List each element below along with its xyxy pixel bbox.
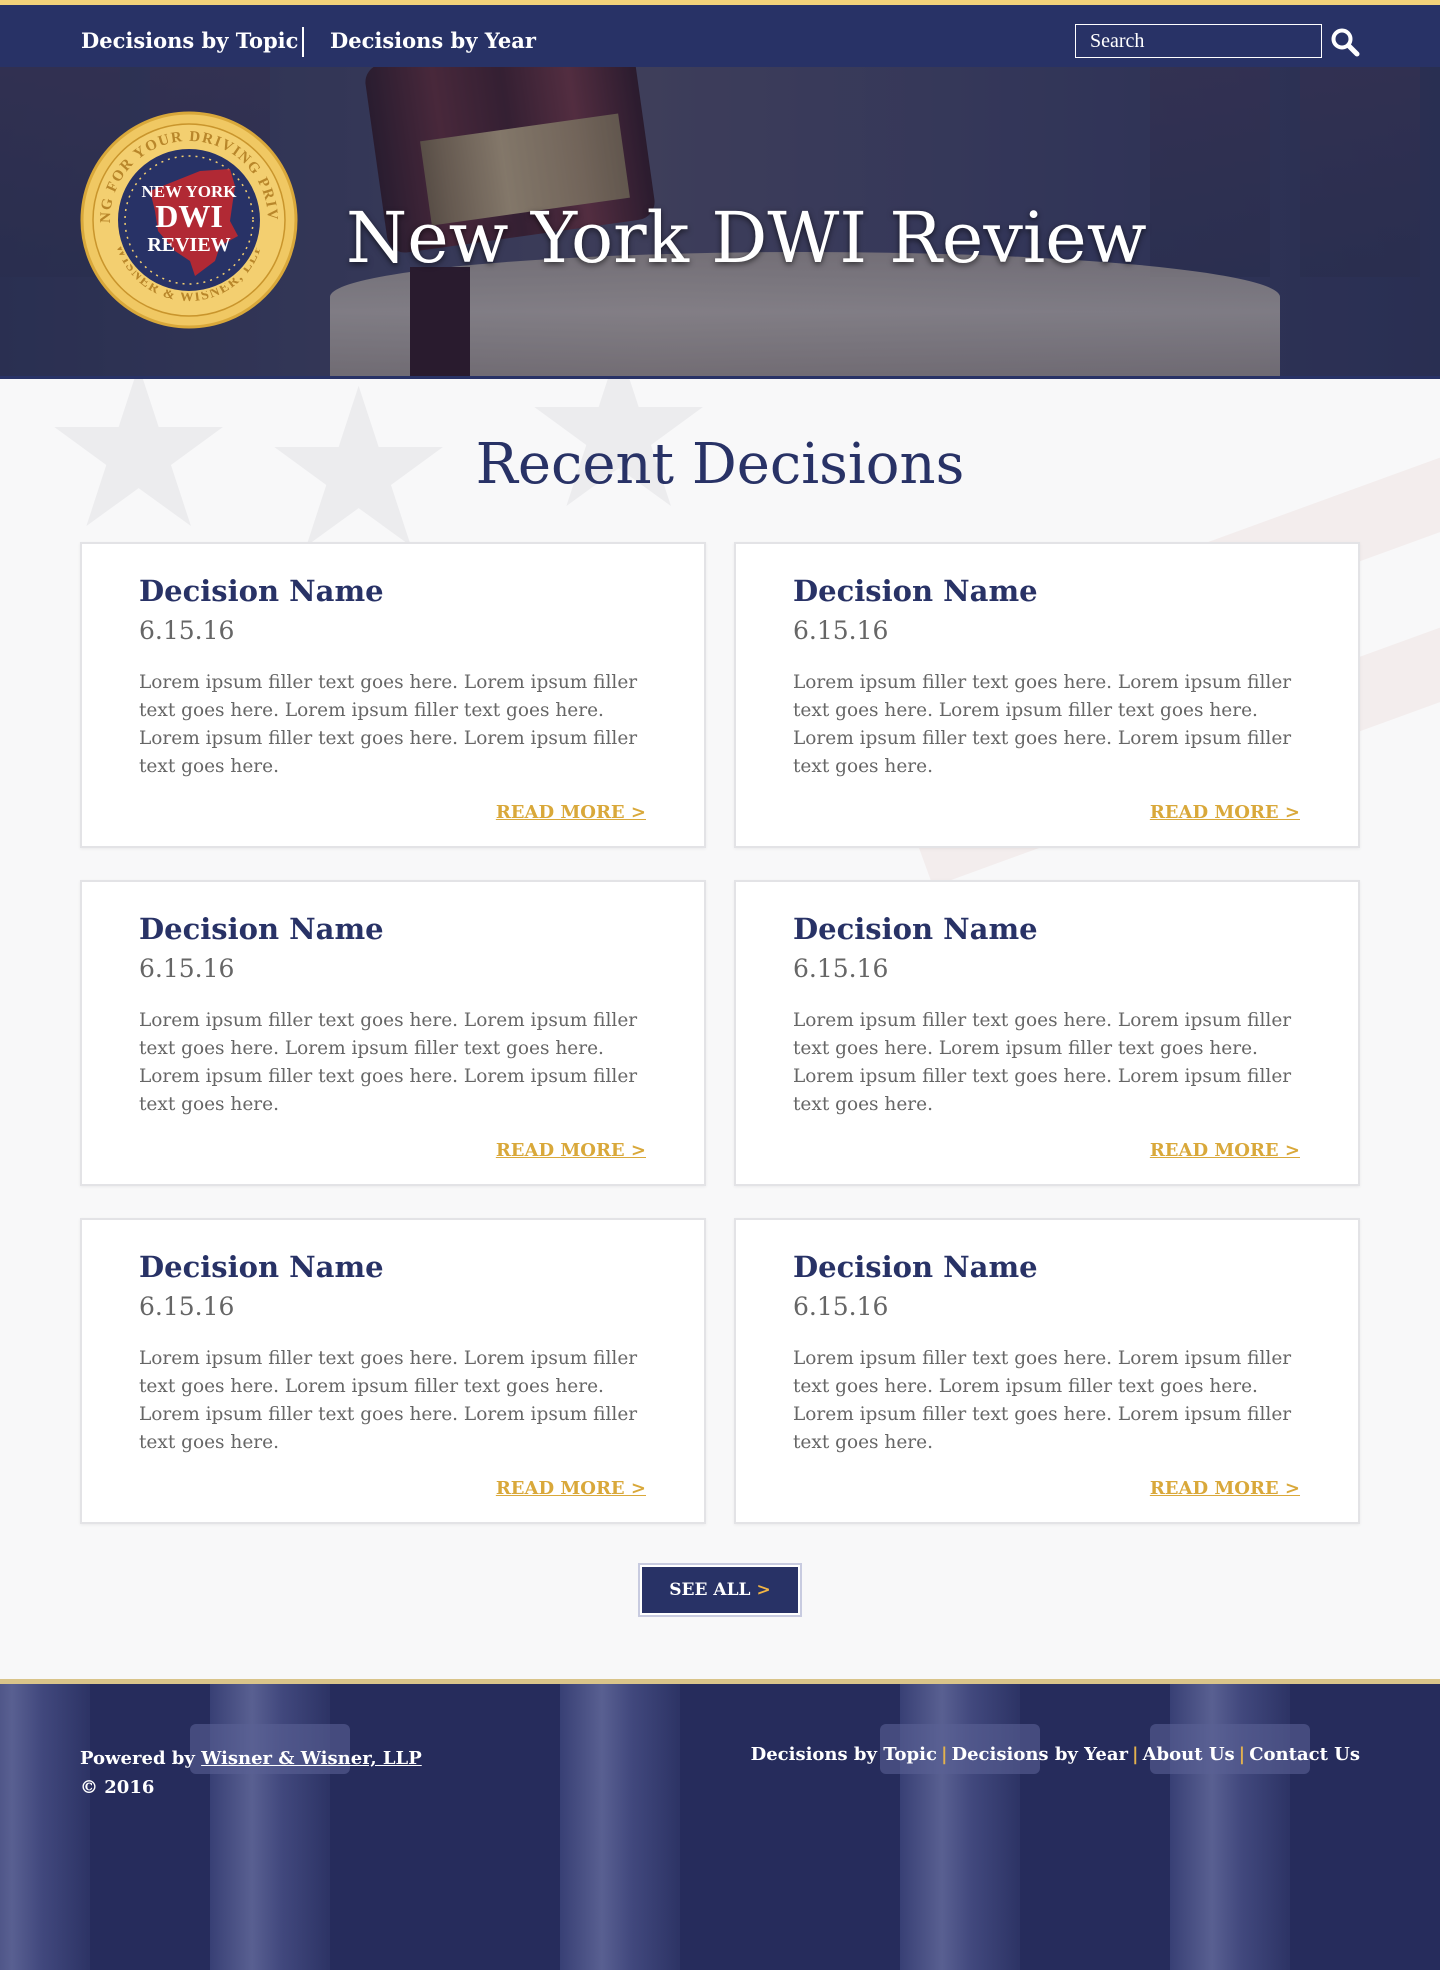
decision-card: Decision Name 6.15.16 Lorem ipsum filler…: [734, 880, 1360, 1186]
read-more-link[interactable]: READ MORE >: [496, 1140, 646, 1161]
decision-card: Decision Name 6.15.16 Lorem ipsum filler…: [80, 542, 706, 848]
decision-name[interactable]: Decision Name: [139, 1250, 384, 1284]
footer-separator: |: [940, 1744, 948, 1765]
read-more-link[interactable]: READ MORE >: [1150, 1140, 1300, 1161]
decision-name[interactable]: Decision Name: [139, 574, 384, 608]
search-input[interactable]: [1075, 24, 1322, 58]
footer-link-decisions-by-topic[interactable]: Decisions by Topic: [751, 1744, 937, 1765]
search-icon[interactable]: [1330, 27, 1360, 57]
decision-name[interactable]: Decision Name: [793, 912, 1038, 946]
read-more-link[interactable]: READ MORE >: [1150, 1478, 1300, 1499]
powered-by-label: Powered by: [80, 1748, 202, 1769]
see-all-button[interactable]: SEE ALL >: [638, 1563, 802, 1617]
read-more-link[interactable]: READ MORE >: [496, 802, 646, 823]
nav-decisions-by-topic[interactable]: Decisions by Topic: [81, 28, 298, 53]
decision-date: 6.15.16: [793, 616, 889, 645]
copyright: © 2016: [80, 1777, 155, 1798]
page-title: New York DWI Review: [346, 197, 1147, 279]
section-title: Recent Decisions: [475, 432, 965, 497]
decision-summary: Lorem ipsum filler text goes here. Lorem…: [793, 1348, 1292, 1453]
footer-separator: |: [1132, 1744, 1139, 1765]
decision-name[interactable]: Decision Name: [793, 574, 1038, 608]
decision-date: 6.15.16: [139, 954, 235, 983]
decision-name[interactable]: Decision Name: [793, 1250, 1038, 1284]
decision-date: 6.15.16: [793, 954, 889, 983]
decision-date: 6.15.16: [139, 1292, 235, 1321]
decision-date: 6.15.16: [793, 1292, 889, 1321]
decision-date: 6.15.16: [139, 616, 235, 645]
read-more-link[interactable]: READ MORE >: [1150, 802, 1300, 823]
top-nav: Decisions by Topic Decisions by Year: [0, 0, 1440, 67]
decision-card: Decision Name 6.15.16 Lorem ipsum filler…: [734, 1218, 1360, 1524]
seal-line-2: DWI: [155, 198, 223, 234]
seal-icon[interactable]: FIGHTING FOR YOUR DRIVING PRIVILEGES WIS…: [73, 99, 298, 329]
bg-column-decoration: [560, 1684, 680, 1970]
footer-separator: |: [1238, 1744, 1246, 1765]
seal-line-3: REVIEW: [147, 234, 230, 256]
chevron-right-icon: >: [756, 1580, 771, 1600]
footer-nav: Decisions by Topic | Decisions by Year | Abo…: [751, 1744, 1360, 1765]
see-all-label: SEE ALL: [669, 1580, 751, 1600]
footer-link-contact-us[interactable]: Contact Us: [1249, 1744, 1360, 1765]
decision-summary: Lorem ipsum filler text goes here. Lorem…: [139, 1010, 638, 1115]
footer-link-decisions-by-year[interactable]: Decisions by Year: [952, 1744, 1129, 1765]
decision-card: Decision Name 6.15.16 Lorem ipsum filler…: [734, 542, 1360, 848]
decision-name[interactable]: Decision Name: [139, 912, 384, 946]
decision-summary: Lorem ipsum filler text goes here. Lorem…: [139, 672, 638, 777]
firm-link[interactable]: Wisner & Wisner, LLP: [201, 1748, 422, 1769]
hero-banner: FIGHTING FOR YOUR DRIVING PRIVILEGES WIS…: [0, 67, 1440, 379]
bg-column-decoration: [0, 1684, 90, 1970]
decision-card: Decision Name 6.15.16 Lorem ipsum filler…: [80, 1218, 706, 1524]
read-more-link[interactable]: READ MORE >: [496, 1478, 646, 1499]
footer: Powered by Wisner & Wisner, LLP © 2016 D…: [0, 1679, 1440, 1970]
footer-link-about-us[interactable]: About Us: [1143, 1744, 1235, 1765]
decision-summary: Lorem ipsum filler text goes here. Lorem…: [793, 672, 1292, 777]
footer-credits: Powered by Wisner & Wisner, LLP © 2016: [80, 1744, 422, 1802]
nav-divider: [302, 27, 304, 57]
decision-summary: Lorem ipsum filler text goes here. Lorem…: [793, 1010, 1292, 1115]
nav-decisions-by-year[interactable]: Decisions by Year: [330, 28, 536, 53]
decision-summary: Lorem ipsum filler text goes here. Lorem…: [139, 1348, 638, 1453]
decision-card: Decision Name 6.15.16 Lorem ipsum filler…: [80, 880, 706, 1186]
